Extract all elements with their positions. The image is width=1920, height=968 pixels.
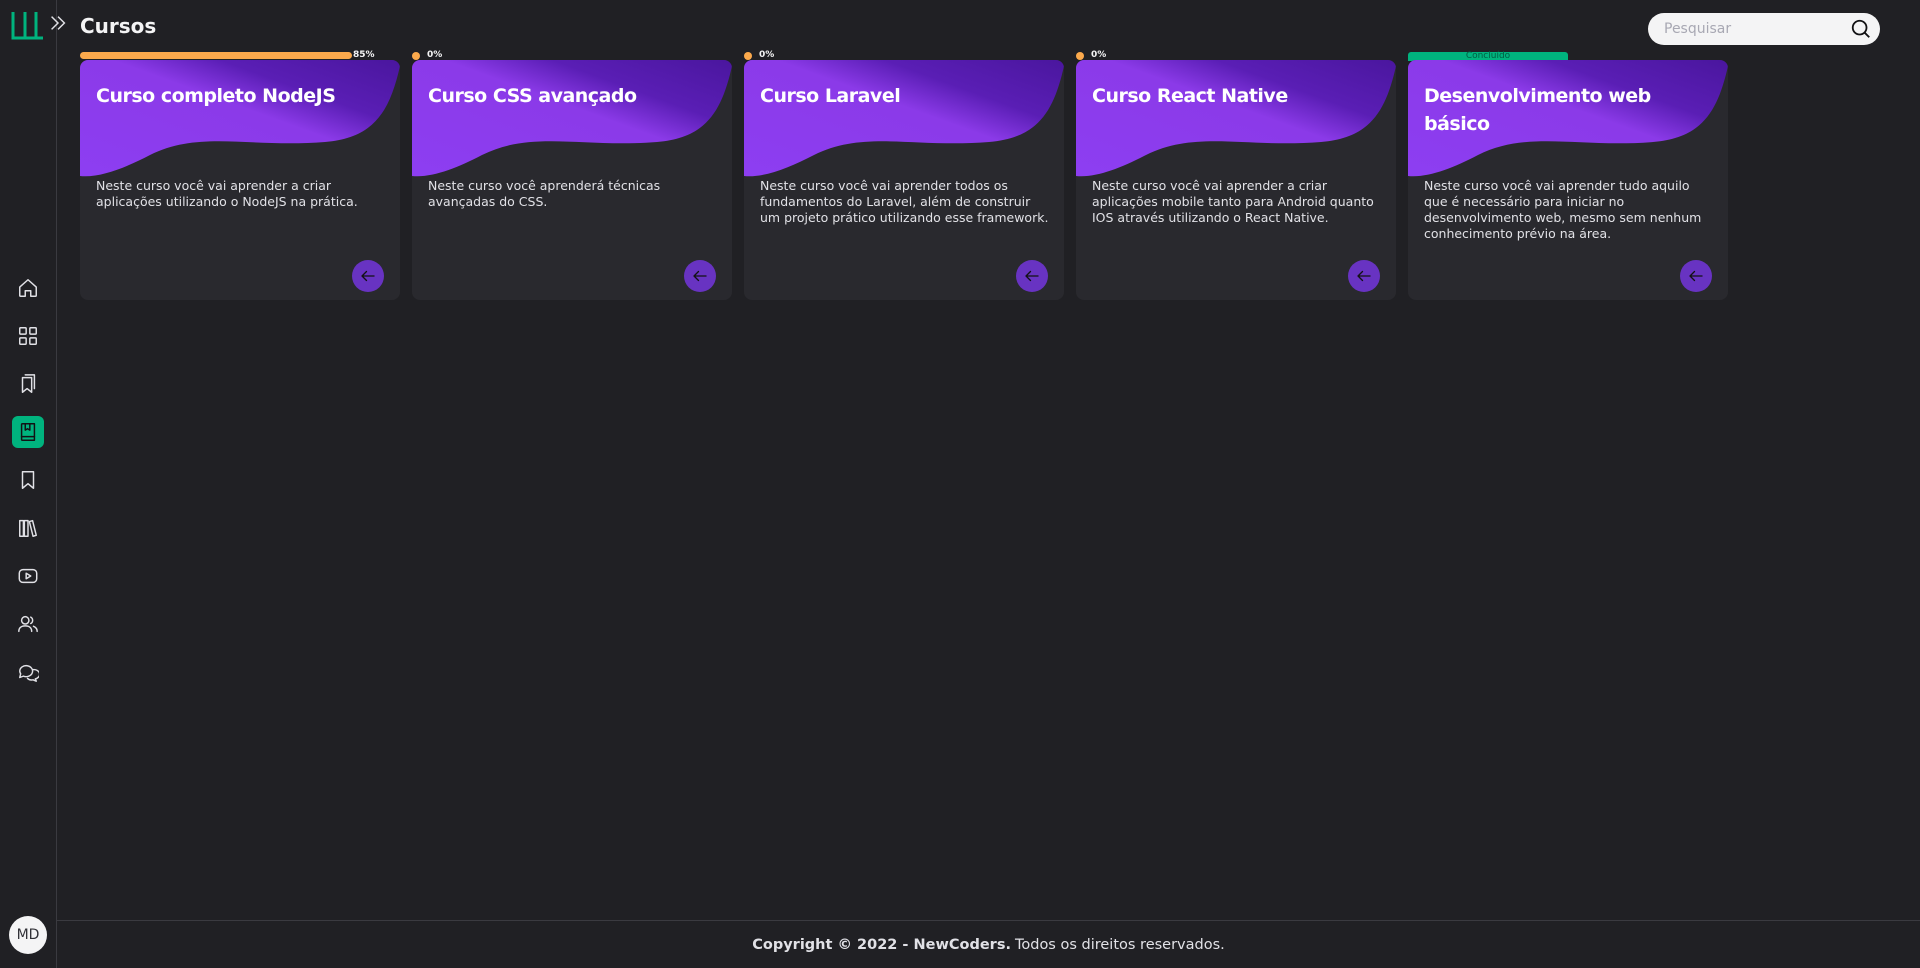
course-card-body[interactable]: Desenvolvimento web básico Neste curso v… (1408, 60, 1728, 300)
course-title: Curso completo NodeJS (96, 85, 336, 107)
sidebar-nav (12, 272, 44, 704)
course-description: Neste curso você vai aprender a criar ap… (1092, 178, 1374, 225)
progress-label: 0% (759, 50, 775, 60)
bookmarks-icon (21, 374, 36, 393)
sidebar-item-chat[interactable] (12, 656, 44, 688)
card-wave-background (412, 60, 732, 177)
card-wave-background (1076, 60, 1396, 177)
course-progress: Concluído (1408, 50, 1728, 61)
footer-copyright: Copyright © 2022 - NewCoders. (752, 936, 1011, 953)
progress-label: 0% (1091, 50, 1107, 60)
course-description: Neste curso você vai aprender tudo aquil… (1424, 178, 1702, 241)
library-icon (19, 519, 37, 537)
course-card: 0% Curso Laravel Neste curso você vai ap… (744, 50, 1064, 300)
open-course-button[interactable] (1016, 260, 1048, 292)
course-description: Neste curso você aprenderá técnicas avan… (428, 178, 661, 209)
progress-bar (80, 52, 352, 59)
sidebar-item-videos[interactable] (12, 560, 44, 592)
open-course-button[interactable] (1348, 260, 1380, 292)
expand-sidebar-button[interactable] (47, 12, 69, 34)
course-title: Curso Laravel (760, 85, 901, 107)
footer: Copyright © 2022 - NewCoders. Todos os d… (57, 920, 1920, 968)
arrow-left-icon (693, 270, 707, 282)
course-title: Desenvolvimento web básico (1424, 85, 1651, 135)
course-list: 85% Curso completo NodeJS Neste curso vo… (80, 50, 1728, 300)
course-description: Neste curso você vai aprender a criar ap… (96, 178, 358, 209)
search-box (1648, 13, 1880, 45)
sidebar-item-home[interactable] (12, 272, 44, 304)
sidebar-item-books[interactable] (12, 368, 44, 400)
course-progress: 0% (744, 50, 1064, 60)
bookmark-icon (21, 471, 35, 489)
course-description: Neste curso você vai aprender todos os f… (760, 178, 1049, 225)
progress-bar (1076, 52, 1084, 60)
progress-bar (744, 52, 752, 60)
open-course-button[interactable] (352, 260, 384, 292)
grid-icon (19, 327, 37, 345)
home-icon (19, 279, 37, 297)
arrow-left-icon (1025, 270, 1039, 282)
course-title: Curso CSS avançado (428, 85, 637, 107)
open-course-button[interactable] (1680, 260, 1712, 292)
chevrons-right-icon (51, 16, 66, 30)
progress-label: 85% (353, 50, 375, 60)
course-card-body[interactable]: Curso Laravel Neste curso você vai apren… (744, 60, 1064, 300)
page-title: Cursos (80, 14, 157, 38)
course-progress: 0% (412, 50, 732, 60)
open-course-button[interactable] (684, 260, 716, 292)
book-icon (20, 423, 36, 441)
footer-rights: Todos os direitos reservados. (1014, 936, 1225, 953)
sidebar-item-library[interactable] (12, 512, 44, 544)
search-icon[interactable] (1850, 18, 1872, 40)
sidebar-item-dashboard[interactable] (12, 320, 44, 352)
users-icon (18, 615, 38, 633)
arrow-left-icon (361, 270, 375, 282)
course-card: 0% Curso React Native Neste curso você v… (1076, 50, 1396, 300)
search-input[interactable] (1664, 21, 1850, 37)
sidebar-item-community[interactable] (12, 608, 44, 640)
course-card: 85% Curso completo NodeJS Neste curso vo… (80, 50, 400, 300)
card-wave-background (744, 60, 1064, 177)
youtube-icon (18, 568, 38, 584)
course-card: 0% Curso CSS avançado Neste curso você a… (412, 50, 732, 300)
sidebar-item-courses[interactable] (12, 416, 44, 448)
arrow-left-icon (1689, 270, 1703, 282)
arrow-left-icon (1357, 270, 1371, 282)
progress-label: 0% (427, 50, 443, 60)
chat-icon (19, 664, 39, 682)
course-progress: 0% (1076, 50, 1396, 60)
course-card: Concluído Desenvolvimento web básico Nes… (1408, 50, 1728, 300)
logo-icon[interactable] (11, 12, 45, 40)
course-card-body[interactable]: Curso completo NodeJS Neste curso você v… (80, 60, 400, 300)
course-card-body[interactable]: Curso CSS avançado Neste curso você apre… (412, 60, 732, 300)
sidebar: MD (0, 0, 57, 968)
course-card-body[interactable]: Curso React Native Neste curso você vai … (1076, 60, 1396, 300)
sidebar-item-saved[interactable] (12, 464, 44, 496)
course-title: Curso React Native (1092, 85, 1288, 107)
card-wave-background (80, 60, 400, 177)
course-progress: 85% (80, 50, 400, 60)
avatar[interactable]: MD (9, 916, 47, 954)
progress-bar (412, 52, 420, 60)
